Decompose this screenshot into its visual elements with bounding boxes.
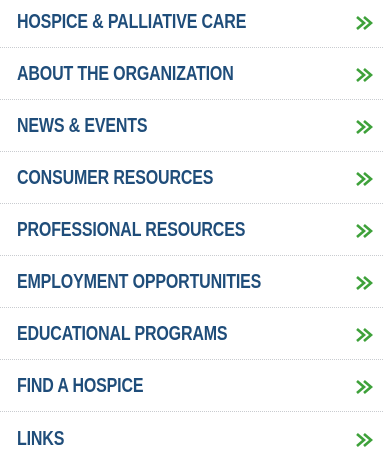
nav-item-label: EMPLOYMENT OPPORTUNITIES xyxy=(17,271,262,293)
nav-item-label: ABOUT THE ORGANIZATION xyxy=(17,63,234,85)
nav-item-find-a-hospice[interactable]: FIND A HOSPICE xyxy=(0,360,383,412)
nav-item-about-the-organization[interactable]: ABOUT THE ORGANIZATION xyxy=(0,48,383,100)
nav-item-hospice-palliative-care[interactable]: HOSPICE & PALLIATIVE CARE xyxy=(0,0,383,48)
nav-item-news-events[interactable]: NEWS & EVENTS xyxy=(0,100,383,152)
nav-item-employment-opportunities[interactable]: EMPLOYMENT OPPORTUNITIES xyxy=(0,256,383,308)
nav-item-professional-resources[interactable]: PROFESSIONAL RESOURCES xyxy=(0,204,383,256)
nav-item-label: HOSPICE & PALLIATIVE CARE xyxy=(17,11,247,33)
nav-item-consumer-resources[interactable]: CONSUMER RESOURCES xyxy=(0,152,383,204)
nav-item-label: LINKS xyxy=(17,428,65,450)
double-chevron-right-icon xyxy=(356,276,373,290)
double-chevron-right-icon xyxy=(356,328,373,342)
double-chevron-right-icon xyxy=(356,120,373,134)
double-chevron-right-icon xyxy=(356,380,373,394)
double-chevron-right-icon xyxy=(356,433,373,447)
double-chevron-right-icon xyxy=(356,16,373,30)
nav-item-label: EDUCATIONAL PROGRAMS xyxy=(17,323,228,345)
nav-item-label: PROFESSIONAL RESOURCES xyxy=(17,219,246,241)
double-chevron-right-icon xyxy=(356,224,373,238)
double-chevron-right-icon xyxy=(356,68,373,82)
nav-item-links[interactable]: LINKS xyxy=(0,412,383,464)
nav-item-label: NEWS & EVENTS xyxy=(17,115,148,137)
double-chevron-right-icon xyxy=(356,172,373,186)
main-navigation-menu: HOSPICE & PALLIATIVE CARE ABOUT THE ORGA… xyxy=(0,0,383,464)
nav-item-label: FIND A HOSPICE xyxy=(17,375,144,397)
nav-item-label: CONSUMER RESOURCES xyxy=(17,167,214,189)
nav-item-educational-programs[interactable]: EDUCATIONAL PROGRAMS xyxy=(0,308,383,360)
